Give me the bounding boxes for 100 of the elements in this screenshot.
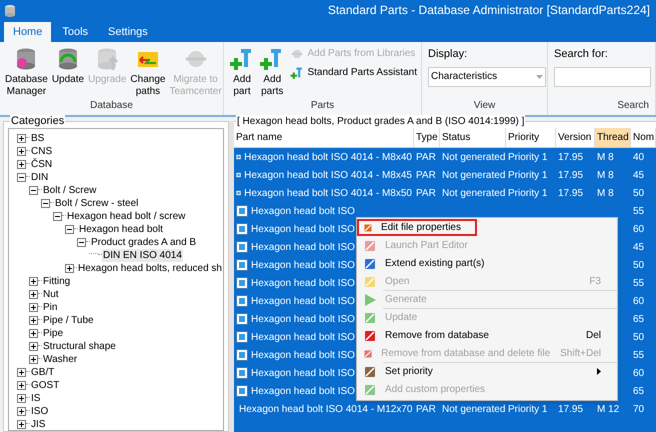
tree-item[interactable]: JIS <box>30 418 46 430</box>
collapse-toggle-icon[interactable] <box>65 225 74 234</box>
expand-toggle-icon[interactable] <box>29 303 38 312</box>
table-cell-text: 60 <box>633 294 644 308</box>
expand-toggle-icon[interactable] <box>65 264 74 273</box>
table-cell-text: M 8 <box>597 168 614 182</box>
expand-toggle-icon[interactable] <box>17 147 26 156</box>
table-cell-text: M 8 <box>597 186 614 200</box>
submenu-arrow-icon <box>597 368 601 375</box>
expand-toggle-icon[interactable] <box>29 342 38 351</box>
column-header[interactable]: Status <box>440 128 506 147</box>
table-cell-text: 65 <box>633 312 644 326</box>
expand-toggle-icon[interactable] <box>17 134 26 143</box>
tree-item[interactable]: Product grades A and B <box>90 236 198 249</box>
tree-item[interactable]: GB/T <box>30 366 56 379</box>
table-cell-text: Hexagon head bolt ISO <box>251 240 355 254</box>
tree-item[interactable]: Fitting <box>42 275 72 288</box>
table-cell-text: Priority 1 <box>508 402 548 416</box>
display-label: Display: <box>428 47 468 62</box>
collapse-toggle-icon[interactable] <box>29 186 38 195</box>
tree-item[interactable]: DIN EN ISO 4014 <box>102 249 183 262</box>
tree-item[interactable]: Washer <box>42 353 78 366</box>
tree-item[interactable]: Pipe <box>42 327 64 340</box>
tree-item[interactable]: Hexagon head bolts, reduced sh <box>77 262 223 275</box>
tree-item[interactable]: Bolt / Screw - steel <box>54 197 140 210</box>
table-cell-text: Hexagon head bolt ISO 4014 - M8x40 <box>244 150 412 164</box>
ribbon-button[interactable]: Add part <box>228 46 256 98</box>
ribbon-tab[interactable]: Home <box>4 22 52 42</box>
expand-toggle-icon[interactable] <box>29 316 38 325</box>
expand-toggle-icon[interactable] <box>17 420 26 429</box>
expand-toggle-icon[interactable] <box>17 407 26 416</box>
expand-toggle-icon[interactable] <box>17 394 26 403</box>
table-cell-text: Hexagon head bolt ISO <box>251 384 355 398</box>
tree-item[interactable]: CNS <box>30 145 54 158</box>
tree-item[interactable]: Pipe / Tube <box>42 314 95 327</box>
table-cell-text: 55 <box>633 348 644 362</box>
column-header[interactable]: Part name <box>234 128 414 147</box>
part-file-icon <box>236 295 248 307</box>
table-cell-text: 70 <box>633 402 644 416</box>
tree-item[interactable]: BS <box>30 132 46 145</box>
column-header[interactable]: Type <box>414 128 440 147</box>
collapse-toggle-icon[interactable] <box>77 238 86 247</box>
column-header[interactable]: Thread <box>595 128 631 147</box>
collapse-toggle-icon[interactable] <box>53 212 62 221</box>
expand-toggle-icon[interactable] <box>17 368 26 377</box>
table-cell-text: PAR <box>416 402 436 416</box>
dropdown-caret-icon <box>536 74 543 78</box>
ribbon-tab[interactable]: Settings <box>99 22 157 42</box>
tree-item[interactable]: IS <box>30 392 42 405</box>
table-cell-text: 55 <box>633 204 644 218</box>
table-cell-text: 17.95 <box>558 402 584 416</box>
collapse-toggle-icon[interactable] <box>17 173 26 182</box>
expand-toggle-icon[interactable] <box>29 329 38 338</box>
table-cell-text: Priority 1 <box>508 186 548 200</box>
menu-item[interactable]: Edit file properties <box>357 219 477 236</box>
tree-item[interactable]: GOST <box>30 379 60 392</box>
menu-item[interactable]: Set priority <box>357 363 617 380</box>
tree-item[interactable]: Hexagon head bolt / screw <box>66 210 186 223</box>
ribbon-button[interactable]: Database Manager <box>4 46 49 98</box>
table-cell-text: Hexagon head bolt ISO <box>251 276 355 290</box>
table-cell-text: Not generated <box>442 402 506 416</box>
tree-item[interactable]: Structural shape <box>42 340 117 353</box>
ribbon-tab[interactable]: Tools <box>53 22 98 42</box>
table-cell-text: Hexagon head bolt ISO <box>251 204 355 218</box>
table-cell-text: Priority 1 <box>508 168 548 182</box>
ribbon-button[interactable]: Change paths <box>129 46 166 98</box>
part-file-icon <box>236 205 248 217</box>
expand-toggle-icon[interactable] <box>17 381 26 390</box>
table-cell-text: 60 <box>633 366 644 380</box>
expand-toggle-icon[interactable] <box>29 290 38 299</box>
tree-item[interactable]: Nut <box>42 288 60 301</box>
expand-toggle-icon[interactable] <box>29 355 38 364</box>
table-cell-text: 55 <box>633 276 644 290</box>
window-title: Standard Parts - Database Administrator [StandardParts224] <box>328 2 651 19</box>
part-file-icon <box>236 259 248 271</box>
tree-item[interactable]: ISO <box>30 405 50 418</box>
panel-title: Categories <box>10 115 66 128</box>
display-dropdown[interactable]: Characteristics <box>428 66 546 86</box>
part-file-icon <box>236 349 248 361</box>
ribbon-small-button[interactable]: Standard Parts Assistant <box>290 65 417 80</box>
expand-toggle-icon[interactable] <box>17 160 26 169</box>
menu-item[interactable]: Remove from database Del <box>357 327 617 344</box>
table-cell-text: Priority 1 <box>508 150 548 164</box>
menu-item[interactable]: Extend existing part(s) <box>357 255 617 272</box>
table-cell-text: 45 <box>633 240 644 254</box>
tree-item[interactable]: Hexagon head bolt <box>78 223 164 236</box>
tree-item[interactable]: Pin <box>42 301 58 314</box>
expand-toggle-icon[interactable] <box>29 277 38 286</box>
table-cell-text: Hexagon head bolt ISO 4014 - M8x45 <box>244 168 412 182</box>
ribbon-button[interactable]: Add parts <box>258 46 286 98</box>
column-header[interactable]: Version <box>556 128 595 147</box>
tree-item[interactable]: DIN <box>30 171 50 184</box>
search-field[interactable] <box>554 66 651 86</box>
ribbon-button[interactable]: Update <box>50 46 86 86</box>
part-plus-icon <box>290 66 304 80</box>
collapse-toggle-icon[interactable] <box>41 199 50 208</box>
tree-item[interactable]: Bolt / Screw <box>42 184 98 197</box>
column-header[interactable]: Priority <box>506 128 556 147</box>
tree-item[interactable]: ČSN <box>30 158 54 171</box>
column-header[interactable]: Nom <box>631 128 656 147</box>
